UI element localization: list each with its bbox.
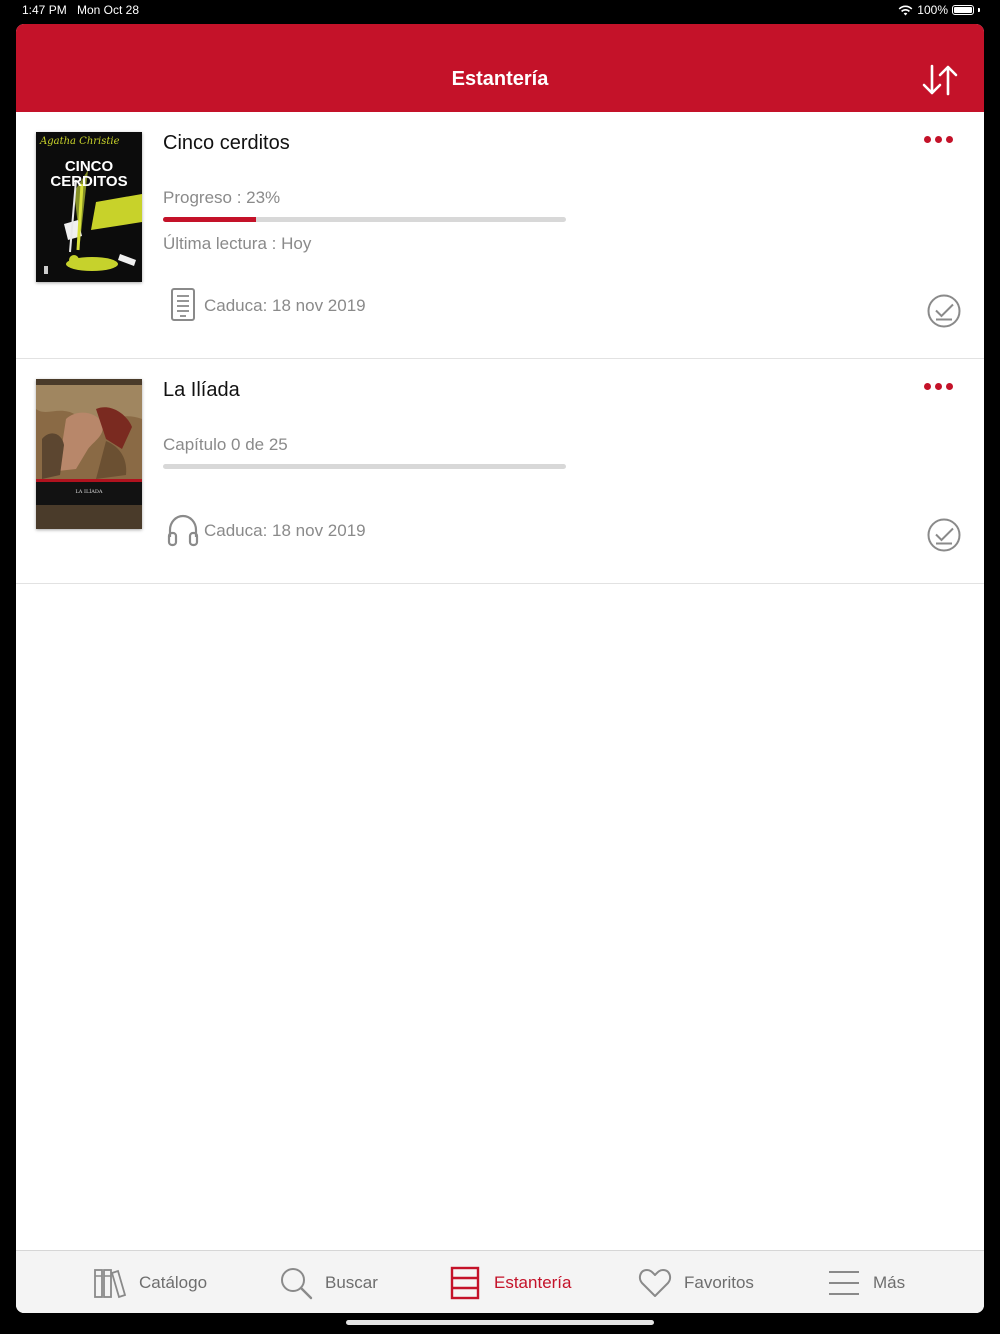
progress-bar <box>163 464 566 469</box>
cover-art <box>36 379 142 529</box>
ebook-icon <box>171 288 195 321</box>
tab-estanteria[interactable]: Estantería <box>448 1251 572 1313</box>
wifi-icon <box>898 5 913 15</box>
battery-icon <box>952 5 974 15</box>
tab-label: Estantería <box>494 1272 572 1292</box>
cover-title-line2: CERDITOS <box>50 173 128 190</box>
cover-art <box>36 132 142 282</box>
nav-bar: Estantería <box>16 24 984 112</box>
status-right: 100% <box>898 3 980 17</box>
more-options-button[interactable] <box>924 129 960 149</box>
tab-label: Buscar <box>325 1272 378 1292</box>
status-date: Mon Oct 28 <box>77 3 140 17</box>
book-title[interactable]: Cinco cerditos <box>163 132 290 155</box>
check-circle-icon[interactable] <box>926 293 962 329</box>
book-title[interactable]: La Ilíada <box>163 379 240 402</box>
tab-catalogo[interactable]: Catálogo <box>93 1251 207 1313</box>
expiry-text: Caduca: 18 nov 2019 <box>204 296 366 315</box>
home-indicator[interactable] <box>346 1320 654 1325</box>
progress-bar <box>163 217 566 222</box>
book-cover[interactable]: LA ILÍADA <box>36 379 142 529</box>
battery-percent: 100% <box>917 3 948 17</box>
sort-arrows-icon <box>922 64 958 96</box>
status-time: 1:47 PM <box>22 3 67 17</box>
book-item[interactable]: LA ILÍADA La Ilíada Capítulo 0 de 25 Cad… <box>16 359 984 584</box>
tab-bar: Catálogo Buscar Estantería Favoritos Más <box>16 1250 984 1313</box>
tab-buscar[interactable]: Buscar <box>279 1251 378 1313</box>
check-circle-icon[interactable] <box>926 517 962 553</box>
book-item[interactable]: Agatha Christie CINCO CERDITOS Cinco cer… <box>16 112 984 359</box>
app-window: Estantería Agatha Christie CINCO CERDITO… <box>16 24 984 1313</box>
progress-fill <box>163 217 256 222</box>
page-title: Estantería <box>451 68 549 90</box>
battery-cap <box>978 8 980 12</box>
status-bar: 1:47 PM Mon Oct 28 100% <box>0 0 1000 22</box>
tab-mas[interactable]: Más <box>827 1251 905 1313</box>
last-read-text: Última lectura : Hoy <box>163 234 312 253</box>
menu-icon <box>829 1270 859 1295</box>
cover-title: LA ILÍADA <box>75 489 103 495</box>
headphones-icon <box>167 514 199 547</box>
tab-label: Catálogo <box>139 1272 208 1292</box>
more-options-button[interactable] <box>924 376 960 396</box>
expiry-text: Caduca: 18 nov 2019 <box>204 521 366 540</box>
cover-author: Agatha Christie <box>40 136 120 147</box>
catalog-books-icon <box>94 1268 127 1298</box>
sort-button[interactable] <box>920 62 960 98</box>
tab-label: Más <box>873 1272 906 1292</box>
chapter-text: Capítulo 0 de 25 <box>163 435 288 454</box>
heart-icon <box>638 1268 672 1297</box>
shelf-icon <box>450 1266 480 1299</box>
tab-label: Favoritos <box>684 1272 754 1292</box>
search-icon <box>281 1267 313 1299</box>
tab-favoritos[interactable]: Favoritos <box>638 1251 754 1313</box>
progress-text: Progreso : 23% <box>163 188 281 207</box>
book-cover[interactable]: Agatha Christie CINCO CERDITOS <box>36 132 142 282</box>
